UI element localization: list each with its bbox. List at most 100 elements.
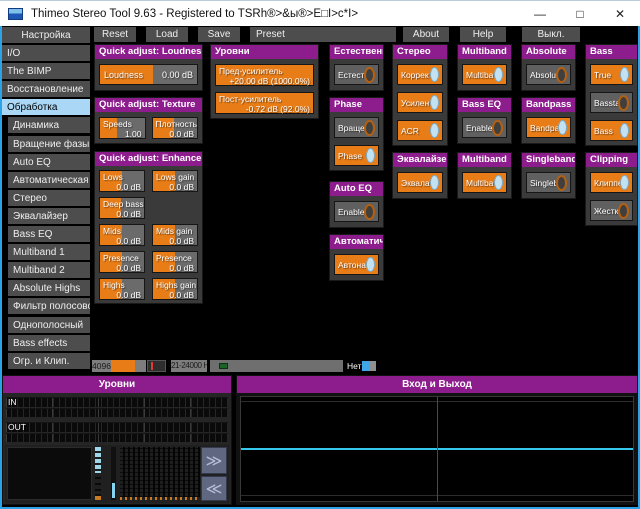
sidebar-item-restoration[interactable]: Восстановление	[2, 81, 90, 97]
automatic-toggle[interactable]: Автона	[334, 254, 379, 275]
save-button[interactable]: Save	[198, 27, 240, 42]
help-button[interactable]: Help	[460, 27, 506, 42]
phase-toggle[interactable]: Phase	[334, 145, 379, 166]
io-scope-panel: Вход и Выход	[236, 375, 638, 505]
scroll-right-button[interactable]: ≫	[201, 447, 227, 474]
maximize-icon[interactable]: □	[560, 1, 600, 26]
bass-eq-enable-toggle[interactable]: Enable	[462, 117, 507, 138]
minimize-icon[interactable]: —	[520, 1, 560, 26]
panel-multiband-top: Multiband Multiba	[457, 44, 512, 91]
stereo-correct-toggle[interactable]: Коррек	[397, 64, 443, 85]
title-bar: Thimeo Stereo Tool 9.63 - Registered to …	[0, 0, 640, 26]
clipper-toggle[interactable]: Клиппе	[590, 172, 633, 193]
sidebar-item-equalizer[interactable]: Эквалайзер	[8, 208, 90, 224]
deep-bass-slider[interactable]: Deep bass 0.0 dB	[99, 197, 145, 219]
toggle-knob	[430, 95, 439, 110]
buffer-slider[interactable]	[111, 360, 146, 372]
about-button[interactable]: About	[403, 27, 449, 42]
panel-title: Multiband	[458, 45, 511, 59]
panel-automatic: Автоматич Автона	[329, 234, 384, 281]
toggle-knob	[556, 175, 567, 191]
sidebar-item-dynamics[interactable]: Динамика	[8, 117, 90, 133]
pre-amplifier-button[interactable]: Пред-усилитель +20.00 dB (1000.0%)	[215, 64, 314, 86]
multiband-mid-toggle[interactable]: Multiba	[462, 172, 507, 193]
bass-toggle[interactable]: Bass	[590, 120, 633, 141]
panel-bandpass: Bandpass Bandpa	[521, 97, 576, 144]
mids-slider[interactable]: Mids 0.0 dB	[99, 224, 145, 246]
gain-fader[interactable]	[111, 447, 116, 500]
lows-slider[interactable]: Lows 0.0 dB	[99, 170, 145, 192]
sidebar-item-bass-effects[interactable]: Bass effects	[8, 335, 90, 351]
panel-title: Bass	[586, 45, 637, 59]
sidebar-item-processing-selected[interactable]: Обработка	[2, 99, 90, 115]
bandpass-toggle[interactable]: Bandpa	[526, 117, 571, 138]
load-button[interactable]: Load	[146, 27, 188, 42]
toggle-knob	[362, 361, 370, 371]
toggle-knob	[430, 123, 439, 138]
slider-value: 1.00	[103, 129, 142, 139]
highs-gain-slider[interactable]: Highs gain 0.0 dB	[152, 278, 198, 300]
basstar-toggle[interactable]: Basstar	[590, 92, 633, 113]
sidebar-item-phase-rotation[interactable]: Вращение фазы	[8, 136, 90, 152]
sidebar-item-singleband[interactable]: Однополосный	[8, 317, 90, 333]
phase-rotate-toggle[interactable]: Вращен	[334, 117, 379, 138]
sidebar-item-multiband-1[interactable]: Multiband 1	[8, 244, 90, 260]
sidebar-item-automatic[interactable]: Автоматическая	[8, 172, 90, 188]
toggle-knob	[620, 123, 629, 138]
presence-slider[interactable]: Presence 0.0 dB	[99, 251, 145, 273]
out-meter-row-2	[6, 433, 228, 442]
meter-base-dot	[95, 496, 101, 500]
out-meter-row-1	[6, 422, 228, 432]
sidebar-item-bass-eq[interactable]: Bass EQ	[8, 226, 90, 242]
true-bass-toggle[interactable]: True	[590, 64, 633, 85]
sidebar-item-multiband-2[interactable]: Multiband 2	[8, 262, 90, 278]
acr-toggle[interactable]: ACR	[397, 120, 443, 141]
toggle-knob	[556, 67, 567, 83]
slider-value: 0.0 dB	[156, 129, 195, 139]
off-button[interactable]: Выкл.	[522, 27, 580, 42]
sidebar-item-stereo[interactable]: Стерео	[8, 190, 90, 206]
sidebar-item-absolute-highs[interactable]: Absolute Highs	[8, 280, 90, 296]
sidebar-item-auto-eq[interactable]: Auto EQ	[8, 154, 90, 170]
levels-meter-panel: Уровни IN OUT ≫ ≪	[2, 375, 232, 505]
equalizer-toggle[interactable]: Эквала	[397, 172, 443, 193]
preset-button[interactable]: Preset	[250, 27, 396, 42]
panel-title: Уровни	[211, 45, 318, 59]
absolute-toggle[interactable]: Absolut	[526, 64, 571, 85]
mids-gain-slider[interactable]: Mids gain 0.0 dB	[152, 224, 198, 246]
stereo-boost-toggle[interactable]: Усилен	[397, 92, 443, 113]
scroll-left-button[interactable]: ≪	[201, 476, 227, 501]
natural-toggle[interactable]: Естест	[334, 64, 379, 85]
panel-title: Уровни	[3, 376, 231, 393]
hard-clip-toggle[interactable]: Жестко	[590, 200, 633, 221]
sidebar-item-the-bimp[interactable]: The BIMP	[2, 63, 90, 79]
close-icon[interactable]: ✕	[600, 1, 640, 26]
panel-bass-eq: Bass EQ Enable	[457, 97, 512, 144]
sidebar-item-bandpass-filter[interactable]: Фильтр полосовой	[8, 298, 90, 314]
slider-value: 0.00 dB	[162, 70, 193, 80]
slider-label: Плотность	[156, 119, 195, 129]
post-amplifier-button[interactable]: Пост-усилитель -0.72 dB (92.0%)	[215, 92, 314, 114]
speeds-slider[interactable]: Speeds 1.00	[99, 117, 146, 139]
fader-fill	[112, 483, 115, 498]
sidebar-item-io[interactable]: I/O	[2, 45, 90, 61]
presence-gain-slider[interactable]: Presence 0.0 dB	[152, 251, 198, 273]
toggle-knob	[558, 120, 567, 135]
toggle-knob	[364, 67, 375, 83]
toggle-knob	[620, 175, 629, 190]
scope-display	[240, 396, 634, 502]
peak-mark	[151, 362, 153, 370]
singleband-toggle[interactable]: Singleb	[526, 172, 571, 193]
highs-slider[interactable]: Highs 0.0 dB	[99, 278, 145, 300]
frequency-range-label: 21-24000 Hz	[171, 360, 207, 372]
loudness-slider[interactable]: Loudness 0.00 dB	[99, 64, 198, 85]
lows-gain-slider[interactable]: Lows gain 0.0 dB	[152, 170, 198, 192]
multiband-top-toggle[interactable]: Multiba	[462, 64, 507, 85]
meter-fill	[95, 447, 101, 473]
net-toggle[interactable]	[362, 361, 376, 371]
density-slider[interactable]: Плотность 0.0 dB	[152, 117, 199, 139]
panel-title: Вход и Выход	[237, 376, 637, 393]
auto-eq-enable-toggle[interactable]: Enable	[334, 201, 379, 222]
reset-button[interactable]: Reset	[94, 27, 136, 42]
panel-absolute: Absolute Absolut	[521, 44, 576, 91]
